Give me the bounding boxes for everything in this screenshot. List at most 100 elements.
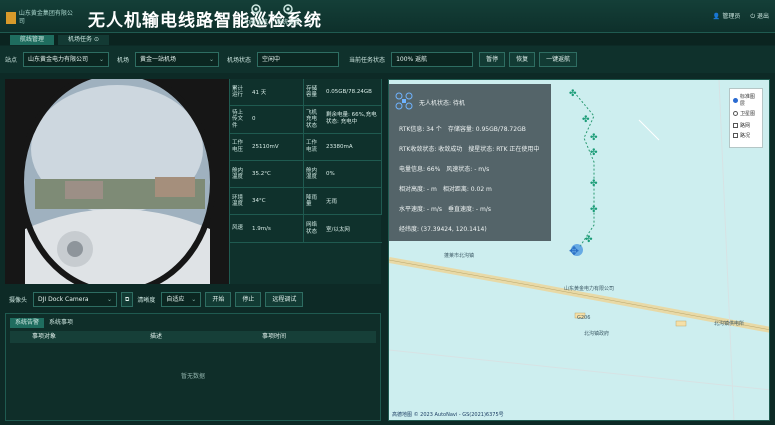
gear-icon — [251, 4, 261, 14]
remote-debug-button[interactable]: 远程调试 — [265, 291, 304, 307]
station-select[interactable]: 山东黄金电力有限公司 ⌄ — [23, 52, 110, 67]
top-nav: 功能导航 系统设置 — [240, 2, 304, 31]
logout-label: 退出 — [756, 13, 769, 20]
svg-text:✤: ✤ — [590, 205, 598, 215]
return-home-button[interactable]: 一键返航 — [539, 52, 578, 67]
nav-settings[interactable]: 系统设置 — [272, 2, 304, 31]
airport-status-field: 空闲中 — [257, 52, 340, 67]
system-events-panel: 系统告警 系统事项 事项对象 描述 事项时间 暂无数据 — [5, 313, 381, 421]
app-header: 山东黄金集团有限公司 无人机输电线路智能巡检系统 功能导航 系统设置 👤 管理员… — [0, 0, 775, 33]
layer-check-roads[interactable]: 路网 — [733, 122, 759, 129]
airport-select[interactable]: 黄金一站机场 ⌄ — [135, 52, 220, 67]
info-cell: RTK信息: 34 个 — [399, 126, 442, 133]
info-row: RTK信息: 34 个存储容量: 0.95GB/78.72GB — [399, 124, 526, 133]
station-value: 山东黄金电力有限公司 — [28, 56, 89, 63]
left-panel: 累计运行 41 天 存储容量 0.05GB/78.24GB 待上传文件 0 飞机… — [5, 79, 382, 421]
tab-route-management[interactable]: 航线管理 — [10, 35, 55, 45]
info-cell: 相对距离: 0.02 m — [442, 186, 492, 193]
copy-icon[interactable]: ⧉ — [121, 291, 134, 307]
map-label: 山东黄金电力有限公司 — [564, 286, 615, 292]
nav-function[interactable]: 功能导航 — [240, 2, 272, 31]
close-icon[interactable]: ⊙ — [94, 36, 99, 43]
map-label: 北沟镇政府 — [584, 331, 610, 337]
events-table-header: 事项对象 描述 事项时间 — [10, 331, 376, 343]
camera-select[interactable]: DJI Dock Camera ⌄ — [33, 291, 118, 307]
layer-option-label: 标准图层 — [739, 94, 755, 107]
svg-text:✤: ✤ — [585, 235, 593, 245]
stat-label: 工作电流 — [304, 134, 320, 161]
chevron-down-icon: ⌄ — [209, 56, 215, 63]
stat-value: 0.05GB/78.24GB — [320, 79, 382, 107]
svg-text:✤: ✤ — [582, 115, 590, 125]
dock-stats-grid: 累计运行 41 天 存储容量 0.05GB/78.24GB 待上传文件 0 飞机… — [229, 79, 382, 284]
layer-check-label: 路况 — [740, 133, 751, 139]
layer-check-traffic[interactable]: 路况 — [733, 132, 759, 139]
info-row: 电量信息: 66% 风速状态: - m/s — [399, 164, 489, 173]
drone-icon — [395, 92, 413, 110]
svg-text:✥: ✥ — [569, 244, 579, 258]
column-header: 描述 — [150, 333, 163, 340]
chevron-down-icon: ⌄ — [106, 295, 113, 303]
user-button[interactable]: 👤 管理员 — [713, 11, 740, 21]
svg-text:✤: ✤ — [590, 179, 598, 189]
svg-text:✤: ✤ — [569, 89, 577, 99]
chevron-down-icon: ⌄ — [191, 295, 197, 303]
pause-button[interactable]: 暂停 — [479, 52, 506, 67]
column-header: 事项时间 — [262, 333, 287, 340]
nav-function-label: 功能导航 — [243, 19, 268, 26]
fisheye-image — [5, 79, 229, 284]
clarity-label: 清晰度 — [137, 296, 156, 304]
stat-label: 环境温度 — [230, 188, 246, 216]
airport-label: 机场 — [117, 57, 130, 64]
task-status-label: 当前任务状态 — [349, 57, 386, 64]
info-cell: 存储容量: 0.95GB/78.72GB — [447, 126, 526, 133]
resume-button[interactable]: 恢复 — [509, 52, 536, 67]
stat-label: 舱内湿度 — [304, 161, 320, 189]
info-cell: 垂直速度: - m/s — [448, 206, 491, 213]
tab-airport-task-label: 机场任务 — [68, 36, 93, 43]
station-label: 站点 — [5, 57, 18, 64]
info-cell: 搜星状态: RTK 正在使用中 — [468, 146, 540, 153]
stat-value: 0% — [320, 160, 382, 189]
map-view[interactable]: ✤ ✤ ✤ ✤ ✤ ✤ ✤ ✥ 蓬莱市北沟镇 山东黄金电力有限公司 G206 北… — [388, 79, 770, 421]
map-attribution: 高德地图 © 2023 AutoNavi - GS(2021)6375号 — [392, 412, 504, 418]
checkbox-icon — [733, 133, 738, 138]
layer-option-satellite[interactable]: 卫星图 — [733, 110, 759, 117]
gear-icon — [283, 4, 293, 14]
events-tabs: 系统告警 系统事项 — [6, 314, 380, 328]
logo-text: 山东黄金集团有限公司 — [18, 10, 73, 25]
info-cell: RTK收敛状态: 收敛成功 — [399, 146, 463, 153]
tab-system-events[interactable]: 系统事项 — [44, 318, 78, 328]
filter-bar: 站点 山东黄金电力有限公司 ⌄ 机场 黄金一站机场 ⌄ 机场状态 空闲中 当前任务状… — [0, 46, 775, 73]
empty-state: 暂无数据 — [180, 373, 205, 380]
task-status-field: 100% 返航 — [391, 52, 474, 67]
airport-value: 黄金一站机场 — [140, 56, 177, 63]
map-layer-switcher: 标准图层 卫星图 路网 路况 — [729, 88, 763, 148]
checkbox-icon — [733, 123, 738, 128]
start-button[interactable]: 开始 — [205, 291, 232, 307]
stat-label: 舱内温度 — [230, 161, 246, 189]
map-label: 蓬莱市北沟镇 — [444, 253, 475, 259]
user-area: 👤 管理员 ⏻ 退出 — [713, 11, 769, 21]
clarity-value: 自适应 — [166, 295, 185, 303]
layer-check-label: 路网 — [740, 123, 751, 129]
page-tabs: 航线管理 机场任务 ⊙ — [0, 33, 775, 45]
layer-option-standard[interactable]: 标准图层 — [733, 93, 759, 107]
stat-value: 25110mV — [246, 133, 304, 161]
stat-label: 飞机充电状态 — [304, 106, 320, 134]
stat-value: 剩余电量: 66%,充电状态: 充电中 — [320, 106, 382, 134]
layer-option-label: 卫星图 — [740, 111, 756, 117]
stat-label: 网络状态 — [304, 215, 320, 243]
stat-value: 41 天 — [246, 79, 304, 107]
stat-value: 1.9m/s — [246, 215, 304, 243]
stat-label: 降雨量 — [304, 188, 320, 216]
drone-info-panel: 无人机状态: 待机 RTK信息: 34 个存储容量: 0.95GB/78.72G… — [389, 84, 551, 241]
tab-airport-task[interactable]: 机场任务 ⊙ — [58, 35, 109, 45]
clarity-select[interactable]: 自适应 ⌄ — [161, 291, 202, 307]
tab-system-alarm[interactable]: 系统告警 — [10, 318, 45, 328]
info-row: 水平速度: - m/s 垂直速度: - m/s — [399, 204, 491, 213]
info-row: 经纬度: (37.39424, 120.1414) — [399, 224, 487, 233]
logout-button[interactable]: ⏻ 退出 — [750, 11, 769, 21]
stop-button[interactable]: 停止 — [235, 291, 262, 307]
user-label: 管理员 — [722, 13, 741, 20]
